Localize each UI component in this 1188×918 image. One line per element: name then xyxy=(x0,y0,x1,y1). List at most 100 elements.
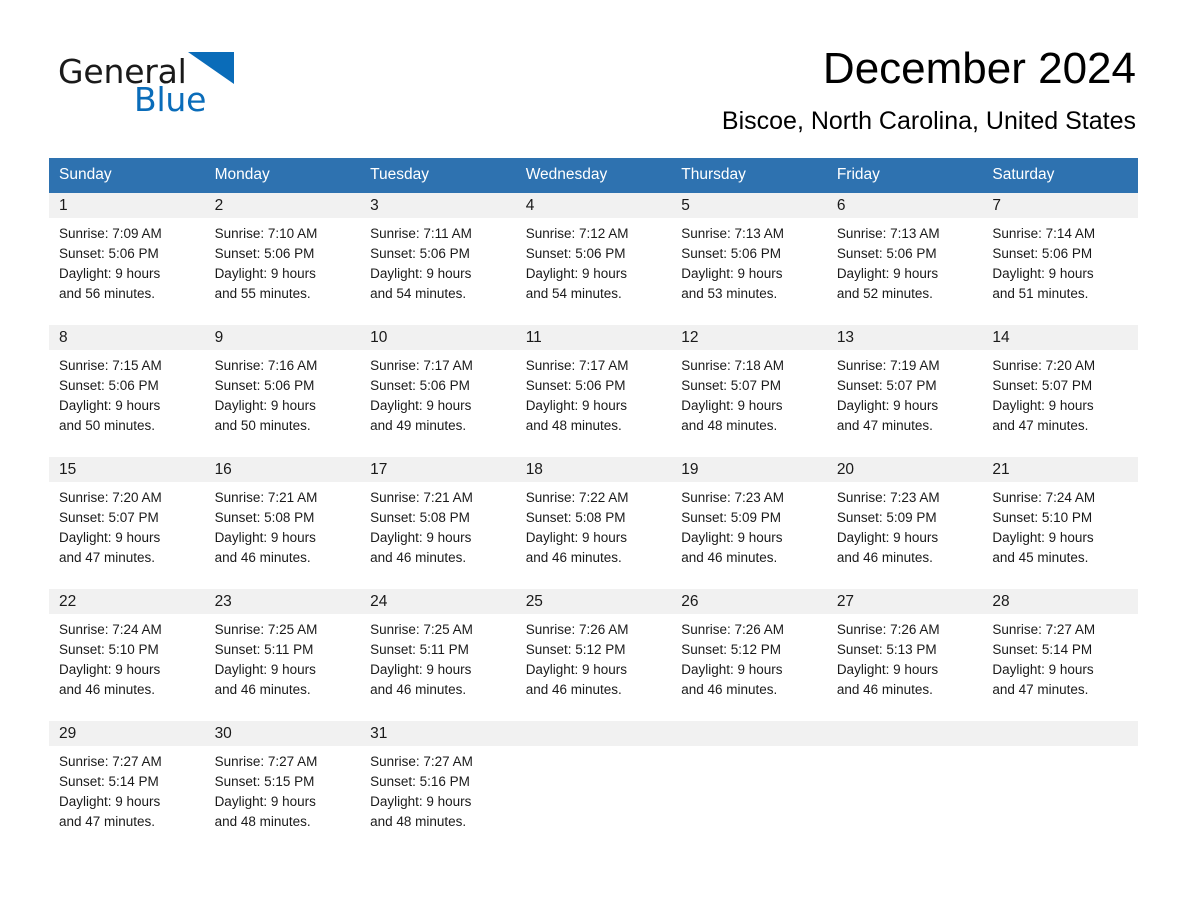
day-cell[interactable]: 1 Sunrise: 7:09 AM Sunset: 5:06 PM Daylight… xyxy=(49,193,205,325)
day-cell[interactable]: 27 Sunrise: 7:26 AM Sunset: 5:13 PM Dayligh… xyxy=(826,589,983,721)
daylight-text-line2: and 48 minutes. xyxy=(525,418,622,433)
daylight-text-line2: and 46 minutes. xyxy=(836,682,933,697)
day-number: 26 xyxy=(671,589,827,614)
weekday-header-saturday: Saturday xyxy=(982,158,1138,193)
daylight-text-line1: Daylight: 9 hours xyxy=(214,266,316,281)
day-details: Sunrise: 7:27 AM Sunset: 5:15 PM Daylight:… xyxy=(205,746,361,832)
day-cell[interactable]: 11 Sunrise: 7:17 AM Sunset: 5:06 PM Dayligh… xyxy=(515,325,672,457)
day-details: Sunrise: 7:27 AM Sunset: 5:16 PM Daylight:… xyxy=(360,746,516,832)
daylight-text-line2: and 54 minutes. xyxy=(370,286,467,301)
day-cell[interactable]: 9 Sunrise: 7:16 AM Sunset: 5:06 PM Daylight… xyxy=(204,325,361,457)
sunrise-text: Sunrise: 7:24 AM xyxy=(992,490,1096,505)
day-details xyxy=(982,746,1138,752)
sunrise-text: Sunrise: 7:27 AM xyxy=(59,754,162,769)
day-cell[interactable]: 16 Sunrise: 7:21 AM Sunset: 5:08 PM Dayligh… xyxy=(204,457,361,589)
daylight-text-line2: and 47 minutes. xyxy=(836,418,933,433)
daylight-text-line1: Daylight: 9 hours xyxy=(836,662,939,677)
day-details: Sunrise: 7:24 AM Sunset: 5:10 PM Daylight:… xyxy=(982,482,1138,568)
sunset-text: Sunset: 5:07 PM xyxy=(992,378,1093,393)
day-number: 27 xyxy=(826,589,983,614)
sunset-text: Sunset: 5:12 PM xyxy=(681,642,782,657)
day-number: 9 xyxy=(204,325,361,350)
day-cell[interactable]: 15 Sunrise: 7:20 AM Sunset: 5:07 PM Dayligh… xyxy=(49,457,205,589)
day-cell[interactable]: 31 Sunrise: 7:27 AM Sunset: 5:16 PM Dayligh… xyxy=(360,721,516,851)
general-blue-logo[interactable]: General Blue xyxy=(58,52,298,119)
sunrise-text: Sunrise: 7:22 AM xyxy=(525,490,629,505)
sunrise-text: Sunrise: 7:14 AM xyxy=(992,226,1096,241)
daylight-text-line2: and 46 minutes. xyxy=(525,682,622,697)
day-cell[interactable]: 17 Sunrise: 7:21 AM Sunset: 5:08 PM Dayligh… xyxy=(360,457,516,589)
day-details: Sunrise: 7:14 AM Sunset: 5:06 PM Daylight:… xyxy=(982,218,1138,304)
day-number xyxy=(826,721,983,746)
page-header: General Blue December 2024 Biscoe, North… xyxy=(0,0,1188,135)
day-cell[interactable]: 25 Sunrise: 7:26 AM Sunset: 5:12 PM Dayligh… xyxy=(515,589,672,721)
daylight-text-line2: and 46 minutes. xyxy=(214,682,311,697)
day-cell[interactable]: 2 Sunrise: 7:10 AM Sunset: 5:06 PM Daylight… xyxy=(204,193,361,325)
day-cell[interactable]: 30 Sunrise: 7:27 AM Sunset: 5:15 PM Dayligh… xyxy=(204,721,361,851)
sunset-text: Sunset: 5:08 PM xyxy=(214,510,315,525)
day-cell[interactable]: 13 Sunrise: 7:19 AM Sunset: 5:07 PM Dayligh… xyxy=(826,325,983,457)
calendar-week-row: 22 Sunrise: 7:24 AM Sunset: 5:10 PM Dayligh… xyxy=(49,589,1138,721)
day-details: Sunrise: 7:27 AM Sunset: 5:14 PM Daylight:… xyxy=(49,746,205,832)
sunset-text: Sunset: 5:09 PM xyxy=(681,510,782,525)
sunset-text: Sunset: 5:11 PM xyxy=(370,642,469,657)
title-block: December 2024 Biscoe, North Carolina, Un… xyxy=(722,42,1136,136)
daylight-text-line1: Daylight: 9 hours xyxy=(59,530,161,545)
sunrise-text: Sunrise: 7:27 AM xyxy=(214,754,318,769)
sunset-text: Sunset: 5:06 PM xyxy=(59,246,159,261)
day-number: 24 xyxy=(360,589,516,614)
day-number: 2 xyxy=(204,193,361,218)
sunrise-text: Sunrise: 7:09 AM xyxy=(59,226,162,241)
day-number: 8 xyxy=(49,325,205,350)
day-cell[interactable]: 22 Sunrise: 7:24 AM Sunset: 5:10 PM Dayligh… xyxy=(49,589,205,721)
sunset-text: Sunset: 5:10 PM xyxy=(59,642,159,657)
sunset-text: Sunset: 5:06 PM xyxy=(681,246,782,261)
day-cell[interactable]: 12 Sunrise: 7:18 AM Sunset: 5:07 PM Dayligh… xyxy=(671,325,827,457)
daylight-text-line1: Daylight: 9 hours xyxy=(992,266,1094,281)
sunset-text: Sunset: 5:07 PM xyxy=(681,378,782,393)
day-cell[interactable]: 26 Sunrise: 7:26 AM Sunset: 5:12 PM Dayligh… xyxy=(671,589,827,721)
day-cell[interactable]: 3 Sunrise: 7:11 AM Sunset: 5:06 PM Daylight… xyxy=(360,193,516,325)
daylight-text-line2: and 46 minutes. xyxy=(836,550,933,565)
day-cell[interactable]: 8 Sunrise: 7:15 AM Sunset: 5:06 PM Daylight… xyxy=(49,325,205,457)
day-cell[interactable]: 5 Sunrise: 7:13 AM Sunset: 5:06 PM Daylight… xyxy=(671,193,827,325)
sunrise-text: Sunrise: 7:16 AM xyxy=(214,358,318,373)
daylight-text-line1: Daylight: 9 hours xyxy=(59,398,161,413)
day-details: Sunrise: 7:17 AM Sunset: 5:06 PM Daylight:… xyxy=(516,350,672,436)
daylight-text-line2: and 46 minutes. xyxy=(370,682,467,697)
daylight-text-line1: Daylight: 9 hours xyxy=(681,530,783,545)
day-cell[interactable]: 18 Sunrise: 7:22 AM Sunset: 5:08 PM Dayligh… xyxy=(515,457,672,589)
day-cell[interactable]: 19 Sunrise: 7:23 AM Sunset: 5:09 PM Dayligh… xyxy=(671,457,827,589)
day-cell[interactable]: 6 Sunrise: 7:13 AM Sunset: 5:06 PM Daylight… xyxy=(826,193,983,325)
day-number: 6 xyxy=(826,193,983,218)
daylight-text-line1: Daylight: 9 hours xyxy=(214,662,316,677)
day-cell[interactable]: 14 Sunrise: 7:20 AM Sunset: 5:07 PM Dayligh… xyxy=(982,325,1138,457)
daylight-text-line2: and 49 minutes. xyxy=(370,418,467,433)
day-cell[interactable]: 10 Sunrise: 7:17 AM Sunset: 5:06 PM Dayligh… xyxy=(360,325,516,457)
sunset-text: Sunset: 5:15 PM xyxy=(214,774,315,789)
day-number: 4 xyxy=(515,193,672,218)
sunset-text: Sunset: 5:06 PM xyxy=(370,378,470,393)
day-details: Sunrise: 7:24 AM Sunset: 5:10 PM Daylight:… xyxy=(49,614,205,700)
weekday-header-tuesday: Tuesday xyxy=(360,158,516,193)
day-cell[interactable]: 29 Sunrise: 7:27 AM Sunset: 5:14 PM Dayligh… xyxy=(49,721,205,851)
day-number: 5 xyxy=(671,193,827,218)
day-cell[interactable]: 21 Sunrise: 7:24 AM Sunset: 5:10 PM Dayligh… xyxy=(982,457,1138,589)
sunset-text: Sunset: 5:13 PM xyxy=(836,642,937,657)
day-cell[interactable]: 23 Sunrise: 7:25 AM Sunset: 5:11 PM Dayligh… xyxy=(204,589,361,721)
daylight-text-line2: and 50 minutes. xyxy=(59,418,156,433)
day-details: Sunrise: 7:10 AM Sunset: 5:06 PM Daylight:… xyxy=(205,218,361,304)
daylight-text-line1: Daylight: 9 hours xyxy=(59,794,161,809)
daylight-text-line2: and 45 minutes. xyxy=(992,550,1089,565)
day-details xyxy=(516,746,672,752)
day-cell[interactable]: 24 Sunrise: 7:25 AM Sunset: 5:11 PM Dayligh… xyxy=(360,589,516,721)
day-number: 28 xyxy=(982,589,1138,614)
day-cell[interactable]: 20 Sunrise: 7:23 AM Sunset: 5:09 PM Dayligh… xyxy=(826,457,983,589)
day-details: Sunrise: 7:17 AM Sunset: 5:06 PM Daylight:… xyxy=(360,350,516,436)
sunset-text: Sunset: 5:14 PM xyxy=(992,642,1093,657)
sunrise-text: Sunrise: 7:13 AM xyxy=(836,226,940,241)
daylight-text-line1: Daylight: 9 hours xyxy=(681,398,783,413)
day-cell[interactable]: 7 Sunrise: 7:14 AM Sunset: 5:06 PM Daylight… xyxy=(982,193,1138,325)
day-cell[interactable]: 28 Sunrise: 7:27 AM Sunset: 5:14 PM Dayligh… xyxy=(982,589,1138,721)
day-cell[interactable]: 4 Sunrise: 7:12 AM Sunset: 5:06 PM Daylight… xyxy=(515,193,672,325)
